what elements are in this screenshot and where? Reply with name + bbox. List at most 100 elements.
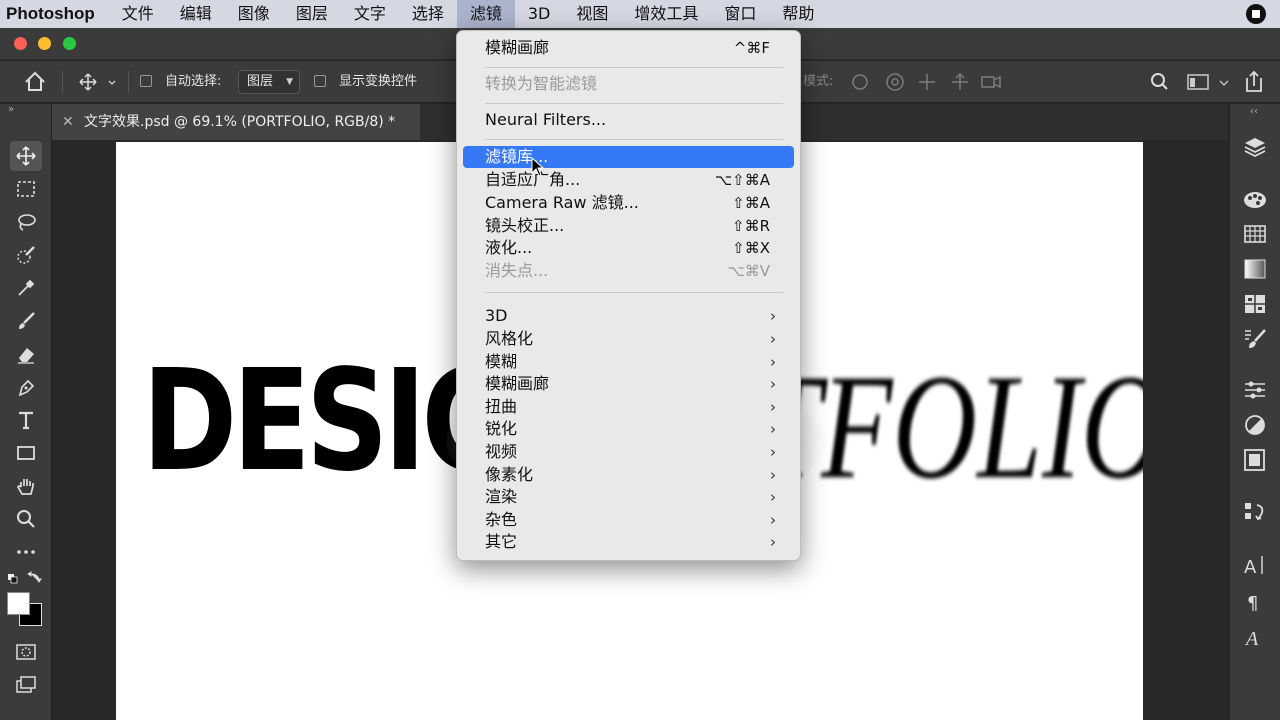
menu-view[interactable]: 视图 [563,0,621,28]
submenu-pixelate[interactable]: 像素化 › [463,464,794,486]
quick-select-tool[interactable] [10,240,42,270]
auto-select-dropdown[interactable]: 图层 ▼ [238,70,300,94]
zoom-tool[interactable] [10,504,42,534]
brushes-panel-icon[interactable] [1242,326,1268,352]
gradients-panel-icon[interactable] [1242,256,1268,282]
glyphs-panel-icon[interactable]: A [1242,624,1268,650]
eyedropper-tool[interactable] [10,273,42,303]
marquee-tool[interactable] [10,174,42,204]
collapse-panel-icon[interactable]: » [8,104,14,115]
eyedropper-icon [18,279,35,296]
menu-file[interactable]: 文件 [109,0,167,28]
close-window-button[interactable] [14,37,27,50]
menu-layer[interactable]: 图层 [283,0,341,28]
color-panel-icon[interactable] [1242,187,1268,213]
hand-tool[interactable] [10,471,42,501]
menu-item-shortcut: ⇧⌘X [732,239,770,257]
menu-item-neural-filters[interactable]: Neural Filters... [463,109,794,131]
character-panel-icon[interactable]: A [1242,552,1268,578]
minimize-window-button[interactable] [38,37,51,50]
move-tool[interactable] [10,141,42,171]
auto-select-checkbox[interactable] [140,61,152,103]
menu-select[interactable]: 选择 [399,0,457,28]
home-icon[interactable] [24,61,46,103]
auto-select-value: 图层 [247,74,274,89]
menu-edit[interactable]: 编辑 [167,0,225,28]
submenu-3d[interactable]: 3D › [463,305,794,327]
menu-window[interactable]: 窗口 [711,0,769,28]
submenu-render[interactable]: 渲染 › [463,486,794,508]
patterns-panel-icon[interactable] [1242,291,1268,317]
menu-item-label: 渲染 [485,487,518,506]
3d-mode-icons [850,61,1010,103]
menu-item-label: 视频 [485,442,518,461]
collapse-dock-icon[interactable]: ‹‹ [1250,106,1258,117]
3d-mode-label: 模式: [803,74,834,89]
submenu-sharpen[interactable]: 锐化 › [463,418,794,440]
rectangle-tool[interactable] [10,438,42,468]
swap-colors-icon[interactable] [6,570,46,586]
close-tab-icon[interactable]: ✕ [62,104,74,140]
menu-item-filter-gallery[interactable]: 滤镜库... [463,146,794,168]
mouse-cursor-icon [531,157,545,177]
brush-tool[interactable] [10,306,42,336]
menu-item-label: 转换为智能滤镜 [485,74,598,93]
menu-item-blur-gallery[interactable]: 模糊画廊 ^⌘F [463,37,794,59]
menu-plugins[interactable]: 增效工具 [621,0,711,28]
search-icon[interactable] [1150,61,1170,103]
app-menu[interactable]: Photoshop [0,4,109,24]
maximize-window-button[interactable] [63,37,76,50]
more-icon [17,550,35,554]
menu-help[interactable]: 帮助 [769,0,827,28]
eraser-tool[interactable] [10,339,42,369]
more-tools[interactable] [10,537,42,567]
screen-mode-tool[interactable] [10,670,42,700]
submenu-stylize[interactable]: 风格化 › [463,328,794,350]
menu-item-label: 扭曲 [485,397,518,416]
adjustments-panel-icon[interactable] [1242,377,1268,403]
quick-mask-tool[interactable] [10,637,42,667]
submenu-blur[interactable]: 模糊 › [463,351,794,373]
submenu-noise[interactable]: 杂色 › [463,509,794,531]
foreground-color-swatch[interactable] [7,592,30,615]
chevron-right-icon: › [770,330,776,348]
submenu-blur-gallery[interactable]: 模糊画廊 › [463,373,794,395]
move-tool-preset-icon[interactable] [78,61,116,103]
menu-item-convert-smart-filters: 转换为智能滤镜 [463,73,794,95]
menu-separator [485,139,783,140]
chevron-right-icon: › [770,533,776,551]
chevron-right-icon: › [770,443,776,461]
chevron-right-icon: › [770,511,776,529]
layers-panel-icon[interactable] [1242,134,1268,160]
history-panel-icon[interactable] [1242,499,1268,525]
menu-item-liquify[interactable]: 液化... ⇧⌘X [463,237,794,259]
properties-panel-icon[interactable] [1242,412,1268,438]
menu-item-camera-raw-filter[interactable]: Camera Raw 滤镜... ⇧⌘A [463,192,794,214]
submenu-video[interactable]: 视频 › [463,441,794,463]
menu-item-lens-correction[interactable]: 镜头校正... ⇧⌘R [463,215,794,237]
screen-recording-icon[interactable] [1246,4,1266,24]
chevron-right-icon: › [770,307,776,325]
menu-item-label: 锐化 [485,419,518,438]
lasso-tool[interactable] [10,207,42,237]
right-panel-dock: ‹‹ A ¶ A [1229,104,1280,720]
menu-3d[interactable]: 3D [515,0,564,28]
menu-item-adaptive-wide-angle[interactable]: 自适应广角... ⌥⇧⌘A [463,169,794,191]
type-tool[interactable] [10,405,42,435]
workspace-icon[interactable] [1186,61,1234,103]
menu-type[interactable]: 文字 [341,0,399,28]
show-transform-checkbox[interactable] [314,61,326,103]
swatches-panel-icon[interactable] [1242,221,1268,247]
share-icon[interactable] [1243,61,1265,103]
menu-filter[interactable]: 滤镜 [456,0,515,28]
paragraph-panel-icon[interactable]: ¶ [1242,588,1268,614]
submenu-distort[interactable]: 扭曲 › [463,396,794,418]
menu-item-label: 模糊 [485,352,518,371]
pen-tool[interactable] [10,372,42,402]
document-tab[interactable]: ✕ 文字效果.psd @ 69.1% (PORTFOLIO, RGB/8) * [52,104,420,140]
move-icon [16,146,36,166]
menu-image[interactable]: 图像 [225,0,283,28]
auto-select-label: 自动选择: [165,74,222,89]
libraries-panel-icon[interactable] [1242,447,1268,473]
submenu-other[interactable]: 其它 › [463,531,794,553]
